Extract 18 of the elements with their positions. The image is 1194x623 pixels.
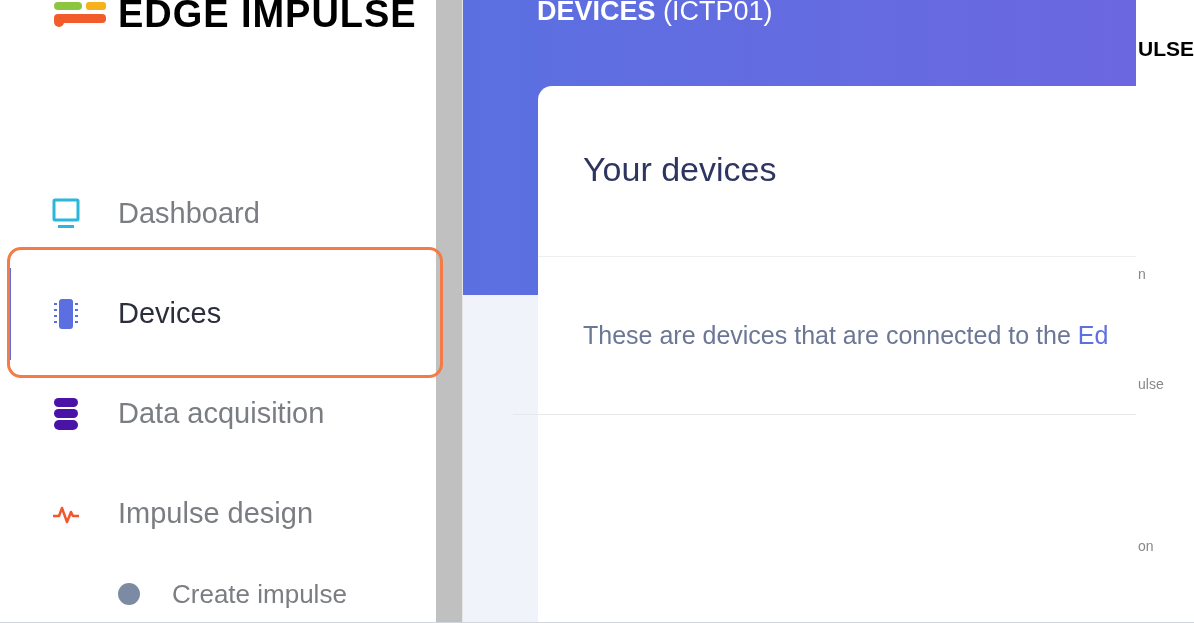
sidebar-item[interactable]: Create impulse xyxy=(0,564,436,622)
dot-icon xyxy=(118,583,140,605)
sidebar-item[interactable]: Impulse design xyxy=(0,464,436,564)
monitor-icon xyxy=(52,198,80,230)
sidebar-item[interactable]: Dashboard xyxy=(0,164,436,264)
chip-icon xyxy=(53,297,79,331)
sidebar-item[interactable]: Devices xyxy=(0,264,436,364)
sidebar-item[interactable]: Data acquisition xyxy=(0,364,436,464)
card-title: Your devices xyxy=(582,149,778,190)
text-fragment: ulse xyxy=(1138,377,1165,391)
text-fragment: ULSE xyxy=(1138,38,1194,59)
text-fragment: n xyxy=(1138,267,1147,281)
logo-icon xyxy=(54,0,106,28)
logo-text: EDGE IMPULSE xyxy=(118,0,417,33)
database-icon xyxy=(53,397,79,431)
text-fragment: on xyxy=(1138,539,1155,553)
page-title: DEVICES (ICTP01) xyxy=(537,0,774,25)
link[interactable]: Ed xyxy=(1077,321,1109,349)
